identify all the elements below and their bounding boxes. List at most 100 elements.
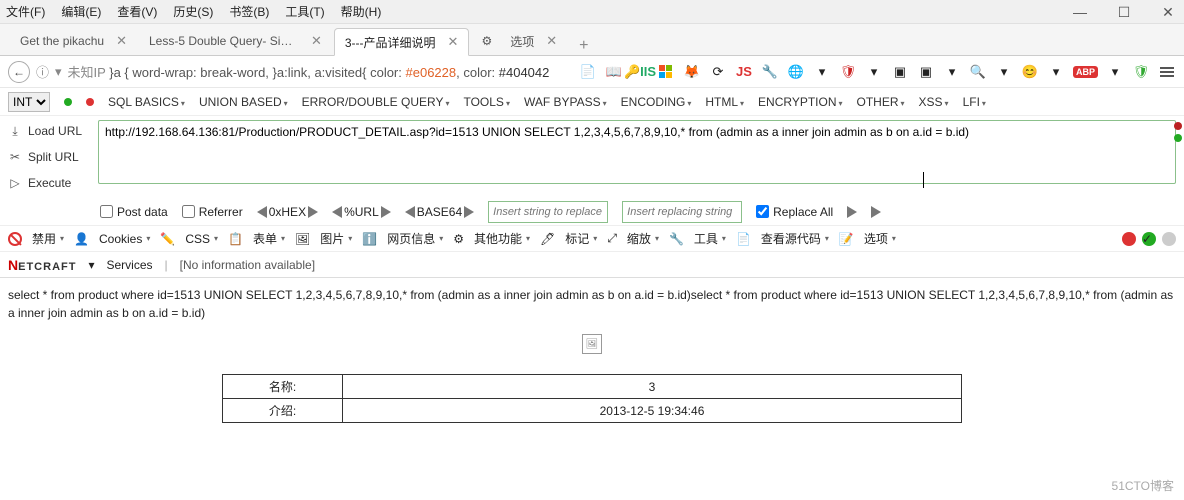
images-menu[interactable]: 图片: [320, 230, 352, 247]
bookmark-icon[interactable]: 📄: [579, 63, 597, 81]
html-menu[interactable]: HTML: [705, 95, 744, 109]
disable-menu[interactable]: 禁用: [32, 230, 64, 247]
tab-0-close-icon[interactable]: ✕: [116, 33, 127, 49]
load-url-button[interactable]: ⤓Load URL: [8, 120, 90, 142]
lfi-menu[interactable]: LFI: [963, 95, 986, 109]
home-icon[interactable]: [657, 63, 675, 81]
shield-icon[interactable]: 🛡: [839, 63, 857, 81]
services-menu[interactable]: Services: [106, 258, 152, 272]
refresh-icon[interactable]: ⟳: [709, 63, 727, 81]
menu-edit[interactable]: 编辑(E): [61, 3, 101, 20]
netcraft-dropdown-icon[interactable]: ▾: [88, 258, 94, 272]
misc-menu[interactable]: 其他功能: [474, 230, 530, 247]
source-menu[interactable]: 查看源代码: [761, 230, 829, 247]
close-button[interactable]: ✕: [1160, 4, 1176, 21]
abp-icon[interactable]: ABP: [1073, 66, 1098, 78]
dropdown4-icon[interactable]: ▾: [943, 63, 961, 81]
replace-go2[interactable]: [871, 206, 881, 218]
menu-file[interactable]: 文件(F): [6, 3, 45, 20]
sql-basics-menu[interactable]: SQL BASICS: [108, 95, 185, 109]
tools-icon: 🔧: [669, 232, 684, 246]
resize-icon: ⤢: [607, 231, 617, 246]
dropdown5-icon[interactable]: ▾: [995, 63, 1013, 81]
firefox-icon[interactable]: 🦊: [683, 63, 701, 81]
extension2-icon[interactable]: ▣: [917, 63, 935, 81]
tab-1[interactable]: Less-5 Double Query- Singl...✕: [139, 27, 332, 55]
referrer-checkbox[interactable]: Referrer: [182, 205, 243, 219]
reader-icon[interactable]: 📖: [605, 63, 623, 81]
status-neutral-icon[interactable]: [1162, 232, 1176, 246]
emoji-icon[interactable]: 😊: [1021, 63, 1039, 81]
tab-0[interactable]: Get the pikachu✕: [10, 27, 137, 55]
tab-2[interactable]: 3---产品详细说明✕: [334, 28, 470, 56]
encoding-menu[interactable]: ENCODING: [621, 95, 692, 109]
cookies-menu[interactable]: Cookies: [99, 232, 150, 246]
encryption-menu[interactable]: ENCRYPTION: [758, 95, 842, 109]
menu-help[interactable]: 帮助(H): [341, 3, 382, 20]
css-rule-text: }a { word-wrap: break-word, }a:link, a:v…: [109, 65, 405, 80]
mark-menu[interactable]: 标记: [565, 230, 597, 247]
iis-icon[interactable]: 🔑IIS: [631, 63, 649, 81]
tab-3-close-icon[interactable]: ✕: [546, 33, 557, 49]
xss-menu[interactable]: XSS: [919, 95, 949, 109]
type-select[interactable]: INT: [8, 92, 50, 112]
minimize-button[interactable]: —: [1072, 4, 1088, 21]
other-menu[interactable]: OTHER: [857, 95, 905, 109]
split-url-button[interactable]: ✂Split URL: [8, 146, 90, 168]
dropdown-icon[interactable]: ▾: [55, 64, 62, 80]
replacing-string-input[interactable]: [622, 201, 742, 223]
execute-button[interactable]: ▷Execute: [8, 172, 90, 194]
options-menu[interactable]: 选项: [864, 230, 896, 247]
table-row: 名称:3: [223, 375, 962, 399]
netcraft-logo[interactable]: NETCRAFT: [8, 257, 76, 273]
string-to-replace-input[interactable]: [488, 201, 608, 223]
error-query-menu[interactable]: ERROR/DOUBLE QUERY: [302, 95, 450, 109]
tab-1-close-icon[interactable]: ✕: [311, 33, 322, 49]
tools-menu2[interactable]: 工具: [694, 230, 726, 247]
menu-bookmarks[interactable]: 书签(B): [229, 3, 269, 20]
union-based-menu[interactable]: UNION BASED: [199, 95, 288, 109]
post-data-checkbox[interactable]: Post data: [100, 205, 168, 219]
dropdown2-icon[interactable]: ▾: [813, 63, 831, 81]
toggle-red-icon[interactable]: [1174, 122, 1182, 130]
dev-icon[interactable]: 🔧: [761, 63, 779, 81]
back-button[interactable]: ←: [8, 61, 30, 83]
hamburger-icon[interactable]: [1158, 63, 1176, 81]
url-encoder[interactable]: %URL: [332, 205, 391, 219]
forms-menu[interactable]: 表单: [253, 230, 285, 247]
dropdown6-icon[interactable]: ▾: [1047, 63, 1065, 81]
status-error-icon[interactable]: [1122, 232, 1136, 246]
menu-history[interactable]: 历史(S): [173, 3, 213, 20]
green-shield-icon[interactable]: 🛡: [1132, 63, 1150, 81]
hex-encoder[interactable]: 0xHEX: [257, 205, 318, 219]
misc-icon: ⚙: [453, 232, 464, 246]
menu-tools[interactable]: 工具(T): [285, 3, 324, 20]
status-ok-icon[interactable]: ✓: [1142, 232, 1156, 246]
info-menu[interactable]: 网页信息: [387, 230, 443, 247]
css-menu[interactable]: CSS: [185, 232, 218, 246]
resize-menu[interactable]: 缩放: [627, 230, 659, 247]
toggle-green-icon[interactable]: [1174, 134, 1182, 142]
tools-menu[interactable]: TOOLS: [463, 95, 509, 109]
tab-3[interactable]: 选项✕: [471, 27, 567, 55]
replace-go[interactable]: [847, 206, 857, 218]
replace-all-checkbox[interactable]: Replace All: [756, 205, 833, 219]
menu-view[interactable]: 查看(V): [117, 3, 157, 20]
extension1-icon[interactable]: ▣: [891, 63, 909, 81]
tab-2-close-icon[interactable]: ✕: [448, 34, 459, 50]
color2-text: #404042: [499, 65, 550, 80]
newtab-button[interactable]: +: [569, 37, 598, 55]
info-icon[interactable]: ⓘ: [36, 62, 49, 81]
globe-icon[interactable]: 🌐: [787, 63, 805, 81]
dropdown7-icon[interactable]: ▾: [1106, 63, 1124, 81]
waf-bypass-menu[interactable]: WAF BYPASS: [524, 95, 607, 109]
address-text[interactable]: 未知IP }a { word-wrap: break-word, }a:link…: [68, 62, 550, 81]
js-icon[interactable]: JS: [735, 63, 753, 81]
url-textarea[interactable]: http://192.168.64.136:81/Production/PROD…: [98, 120, 1176, 184]
search-icon[interactable]: 🔍: [969, 63, 987, 81]
dropdown3-icon[interactable]: ▾: [865, 63, 883, 81]
side-toggles: [1174, 122, 1182, 142]
maximize-button[interactable]: ☐: [1116, 4, 1132, 21]
row1-val: 2013-12-5 19:34:46: [343, 399, 962, 423]
base64-encoder[interactable]: BASE64: [405, 205, 474, 219]
